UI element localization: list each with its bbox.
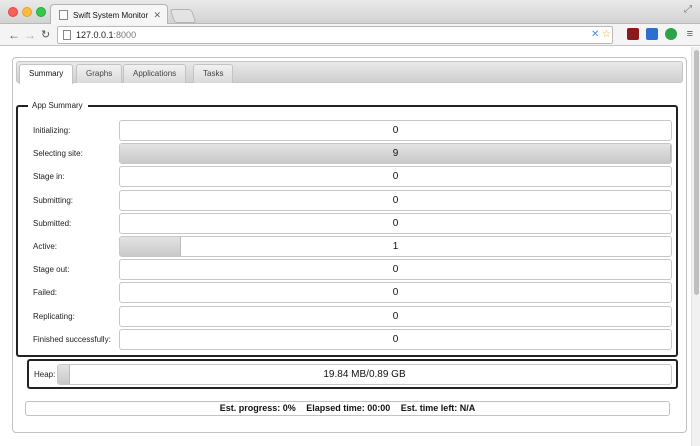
stat-value: 0 (392, 311, 399, 322)
stat-value: 0 (392, 334, 399, 345)
browser-titlebar: Swift System Monitor ✕ ⤢ (0, 0, 700, 25)
reload-icon[interactable]: ↻ (41, 27, 50, 43)
stat-label: Submitted: (33, 219, 72, 228)
window-close-button[interactable] (8, 7, 18, 17)
stat-value: 0 (392, 218, 399, 229)
app-tabbar: Summary Graphs Applications Tasks (16, 61, 683, 84)
stat-progress-bar: 0 (119, 306, 672, 327)
stat-value: 0 (392, 171, 399, 182)
tab-summary[interactable]: Summary (19, 64, 74, 84)
stat-value: 0 (392, 125, 399, 136)
stat-label: Replicating: (33, 312, 75, 321)
forward-arrow-icon[interactable]: → (24, 27, 36, 43)
address-bar[interactable]: 127.0.0.1:8000 ✕ ☆ (57, 26, 613, 44)
stat-label: Failed: (33, 288, 58, 297)
browser-tab[interactable]: Swift System Monitor ✕ (50, 4, 168, 25)
stat-label: Stage in: (33, 172, 65, 181)
url-port: :8000 (113, 30, 137, 40)
est-time-left-text: Est. time left: N/A (400, 403, 476, 413)
heap-label: Heap: (34, 370, 56, 379)
back-arrow-icon[interactable]: ← (8, 27, 20, 43)
translate-icon[interactable]: ✕ (591, 29, 599, 40)
progress-status-bar: Est. progress: 0% Elapsed time: 00:00 Es… (25, 401, 670, 416)
stat-progress-bar: 9 (119, 143, 672, 164)
elapsed-time-text: Elapsed time: 00:00 (306, 403, 391, 413)
stat-progress-bar: 0 (119, 166, 672, 187)
stat-label: Finished successfully: (33, 335, 111, 344)
stat-label: Submitting: (33, 196, 74, 205)
browser-tab-title: Swift System Monitor (73, 10, 149, 20)
extension-screen-icon[interactable] (646, 28, 658, 40)
stat-row-selecting-site: Selecting site: 9 (28, 143, 674, 165)
heap-progress-bar: 19.84 MB/0.89 GB (57, 364, 672, 385)
page-icon (63, 30, 71, 40)
tab-tasks[interactable]: Tasks (193, 64, 234, 83)
stat-label: Selecting site: (33, 149, 83, 158)
stat-row-submitting: Submitting: 0 (28, 190, 674, 212)
extension-glasses-icon[interactable] (627, 28, 639, 40)
menu-icon[interactable]: ≡ (687, 28, 693, 40)
stat-value: 1 (392, 241, 399, 252)
stat-value: 9 (392, 148, 399, 159)
heap-box: Heap: 19.84 MB/0.89 GB (27, 359, 678, 389)
new-tab-button[interactable] (169, 9, 197, 23)
stat-progress-bar: 0 (119, 259, 672, 280)
browser-toolbar: ← → ↻ 127.0.0.1:8000 ✕ ☆ ≡ (0, 24, 700, 46)
stat-row-failed: Failed: 0 (28, 282, 674, 304)
stat-row-replicating: Replicating: 0 (28, 306, 674, 328)
window-minimize-button[interactable] (22, 7, 32, 17)
stat-progress-bar: 0 (119, 213, 672, 234)
stat-row-stage-out: Stage out: 0 (28, 259, 674, 281)
stat-row-stage-in: Stage in: 0 (28, 166, 674, 188)
url-text: 127.0.0.1:8000 (76, 30, 136, 40)
stat-row-finished-successfully: Finished successfully: 0 (28, 329, 674, 351)
app-summary-legend: App Summary (32, 101, 83, 110)
close-tab-icon[interactable]: ✕ (153, 10, 161, 21)
page-favicon-icon (59, 10, 68, 20)
window-maximize-button[interactable] (36, 7, 46, 17)
stat-row-submitted: Submitted: 0 (28, 213, 674, 235)
stat-label: Stage out: (33, 265, 70, 274)
stat-progress-bar: 0 (119, 282, 672, 303)
page-scrollbar[interactable] (691, 47, 700, 446)
stat-value: 0 (392, 264, 399, 275)
extension-evernote-icon[interactable] (665, 28, 677, 40)
stat-label: Initializing: (33, 126, 71, 135)
stat-progress-bar: 0 (119, 120, 672, 141)
stat-progress-bar: 0 (119, 329, 672, 350)
fullscreen-icon[interactable]: ⤢ (684, 4, 692, 15)
stat-label: Active: (33, 242, 58, 251)
stat-row-initializing: Initializing: 0 (28, 120, 674, 142)
heap-value: 19.84 MB/0.89 GB (323, 369, 406, 380)
scrollbar-thumb[interactable] (694, 50, 699, 295)
stat-value: 0 (392, 195, 399, 206)
stat-row-active: Active: 1 (28, 236, 674, 258)
stat-value: 0 (392, 287, 399, 298)
url-host: 127.0.0.1 (76, 30, 114, 40)
stat-progress-bar: 1 (119, 236, 672, 257)
bookmark-star-icon[interactable]: ☆ (602, 29, 611, 40)
tab-applications[interactable]: Applications (123, 64, 187, 83)
est-progress-text: Est. progress: 0% (219, 403, 296, 413)
stat-progress-bar: 0 (119, 190, 672, 211)
tab-graphs[interactable]: Graphs (76, 64, 123, 83)
